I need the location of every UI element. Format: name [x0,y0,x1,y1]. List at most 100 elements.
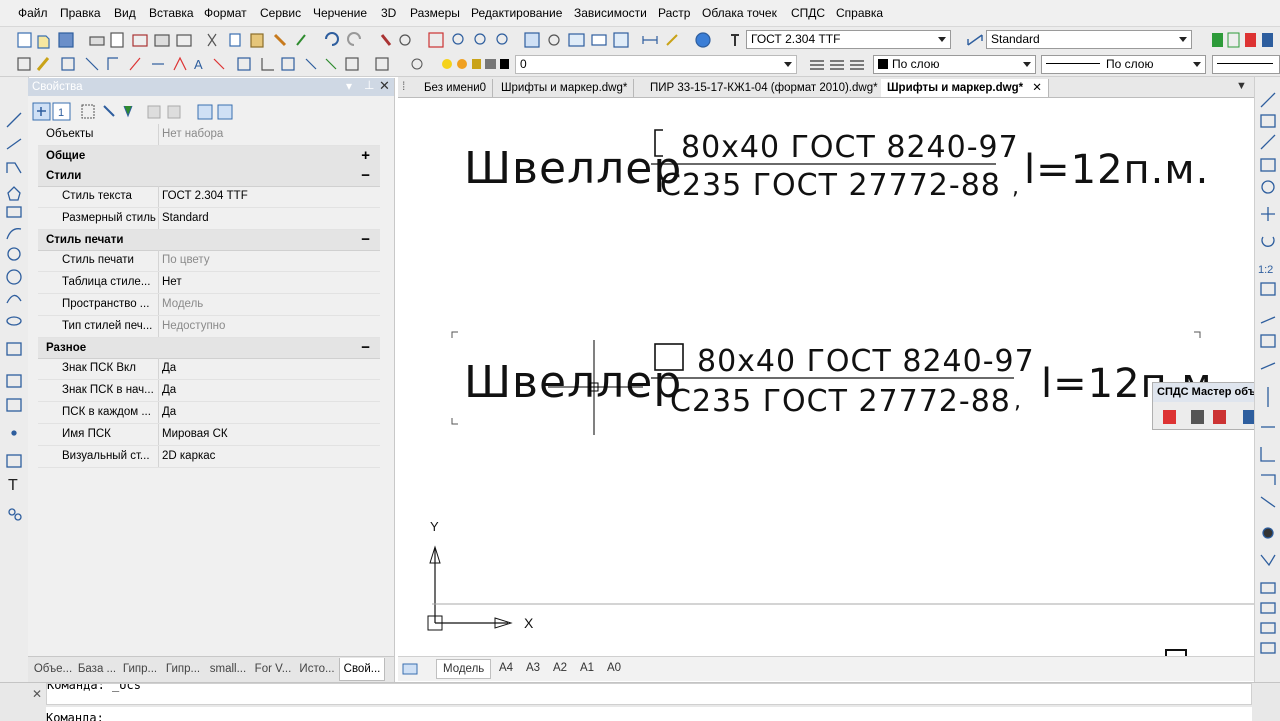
menu-file[interactable]: Файл [18,6,48,20]
drawing-word-2[interactable]: Швеллер [464,357,682,408]
layout-tab-model[interactable]: Модель [436,659,492,679]
menu-edit[interactable]: Правка [60,6,101,20]
linetype-combo[interactable]: По слою [1041,55,1206,74]
menu-3d[interactable]: 3D [381,6,396,20]
tab-list-chevron-icon[interactable]: ▼ [1236,80,1247,92]
section-general[interactable]: Общие + [38,146,380,167]
tab-small[interactable]: small... [206,658,250,680]
chevron-down-icon [1023,62,1031,67]
text-style-combo[interactable]: ГОСТ 2.304 TTF [746,30,951,49]
chevron-down-icon[interactable]: ▾ [346,79,352,93]
section-styles[interactable]: Стили − [38,166,380,187]
collapse-icon[interactable]: − [361,339,370,356]
menu-constraints[interactable]: Зависимости [574,6,647,20]
pin-icon[interactable]: ⊥ [364,78,374,92]
menu-modify[interactable]: Редактирование [471,6,562,20]
layer-tools-icons[interactable] [806,55,872,75]
extra-toolbar-icons[interactable] [1208,31,1280,49]
close-icon[interactable]: ✕ [379,78,390,94]
section-misc[interactable]: Разное − [38,338,380,359]
menu-point-clouds[interactable]: Облака точек [702,6,777,20]
layer-value: 0 [520,57,527,71]
property-value[interactable]: Да [158,402,380,423]
layout-tab-a0[interactable]: А0 [607,659,621,677]
plot-table-row[interactable]: Таблица стиле... Нет [38,272,380,294]
property-key: Стиль текста [62,190,132,202]
ucs-each-row[interactable]: ПСК в каждом ... Да [38,402,380,424]
visual-style-row[interactable]: Визуальный ст... 2D каркас [38,446,380,468]
objects-row[interactable]: Объекты Нет набора [38,124,380,146]
menu-insert[interactable]: Вставка [149,6,194,20]
dim-style-combo[interactable]: Standard [986,30,1192,49]
doc-tab-fonts[interactable]: Шрифты и маркер.dwg* [495,79,635,97]
drawing-top-1[interactable]: 80x40 ГОСТ 8240-97 [681,130,1019,165]
property-value[interactable]: Мировая СК [158,424,380,445]
menu-raster[interactable]: Растр [658,6,690,20]
draw-tools-icons[interactable]: A [14,53,394,76]
menu-service[interactable]: Сервис [260,6,301,20]
layer-combo[interactable]: 0 [515,55,797,74]
print-style-row[interactable]: Стиль печати По цвету [38,250,380,272]
property-value[interactable]: Да [158,380,380,401]
left-draw-icons[interactable]: T [0,107,28,607]
tab-for-v[interactable]: For V... [251,658,295,680]
property-value[interactable]: Нет [158,272,380,293]
menu-dimensions[interactable]: Размеры [410,6,460,20]
tab-history[interactable]: Исто... [296,658,338,680]
selection-corner [1194,331,1201,338]
ucs-x-label: X [524,615,534,631]
property-value[interactable]: Да [158,358,380,379]
collapse-icon[interactable]: − [361,231,370,248]
property-key: Знак ПСК в нач... [62,384,154,396]
standard-toolbar-icons[interactable] [0,27,740,53]
close-icon[interactable]: ✕ [1032,82,1042,94]
space-row[interactable]: Пространство ... Модель [38,294,380,316]
close-icon[interactable]: ✕ [32,687,42,701]
property-value[interactable]: Standard [158,208,380,229]
menu-format[interactable]: Формат [204,6,247,20]
properties-toolbar-icons[interactable]: 1 [32,102,242,122]
menu-view[interactable]: Вид [114,6,136,20]
text-style-row[interactable]: Стиль текста ГОСТ 2.304 TTF [38,186,380,208]
tab-objects[interactable]: Объе... [31,658,75,680]
lineweight-sample [1217,63,1273,64]
layout-tab-a3[interactable]: А3 [526,659,540,677]
tab-hyper-2[interactable]: Гипр... [162,658,204,680]
doc-tab-fonts-active[interactable]: Шрифты и маркер.dwg* ✕ [881,79,1049,97]
section-print-style[interactable]: Стиль печати − [38,230,380,251]
dim-style-row[interactable]: Размерный стиль Standard [38,208,380,230]
tab-base[interactable]: База ... [76,658,118,680]
property-key: ПСК в каждом ... [62,406,151,418]
section-print-label: Стиль печати [46,234,124,246]
property-value[interactable]: 2D каркас [158,446,380,467]
drawing-bottom-2[interactable]: С235 ГОСТ 27772-88 [670,384,1011,419]
property-value[interactable]: ГОСТ 2.304 TTF [158,186,380,207]
lineweight-combo[interactable] [1212,55,1280,74]
menu-spds[interactable]: СПДС [791,6,825,20]
layout-tab-a1[interactable]: А1 [580,659,594,677]
menu-draw[interactable]: Черчение [313,6,367,20]
doc-tab-pir[interactable]: ПИР 33-15-17-КЖ1-04 (формат 2010).dwg* [644,79,885,97]
drawing-canvas[interactable]: Швеллер 80x40 ГОСТ 8240-97 С235 ГОСТ 277… [398,98,1254,656]
menu-help[interactable]: Справка [836,6,883,20]
ucs-origin-row[interactable]: Знак ПСК в нач... Да [38,380,380,402]
layout-menu-icon[interactable] [402,661,418,677]
collapse-icon[interactable]: − [361,167,370,184]
expand-icon[interactable]: + [361,147,370,164]
layer-state-icons[interactable] [405,53,515,76]
doc-tab-unnamed[interactable]: Без имени0 [418,79,494,97]
command-input[interactable]: Команда: [46,707,1252,721]
tab-properties[interactable]: Свой... [339,658,385,681]
tab-hyper-1[interactable]: Гипр... [119,658,161,680]
layout-tab-a4[interactable]: А4 [499,659,513,677]
plot-style-type-row[interactable]: Тип стилей печ... Недоступно [38,316,380,338]
ucs-name-row[interactable]: Имя ПСК Мировая СК [38,424,380,446]
color-combo[interactable]: По слою [873,55,1036,74]
right-toolbar-icons[interactable]: 1:2 [1255,87,1280,677]
drawing-bottom-1[interactable]: С235 ГОСТ 27772-88 [660,168,1001,203]
ucs-on-row[interactable]: Знак ПСК Вкл Да [38,358,380,380]
drawing-length-1[interactable]: l=12п.м. [1024,147,1209,193]
drawing-word-1[interactable]: Швеллер [464,143,682,194]
layout-tab-a2[interactable]: А2 [553,659,567,677]
drawing-top-2[interactable]: 80x40 ГОСТ 8240-97 [697,344,1035,379]
